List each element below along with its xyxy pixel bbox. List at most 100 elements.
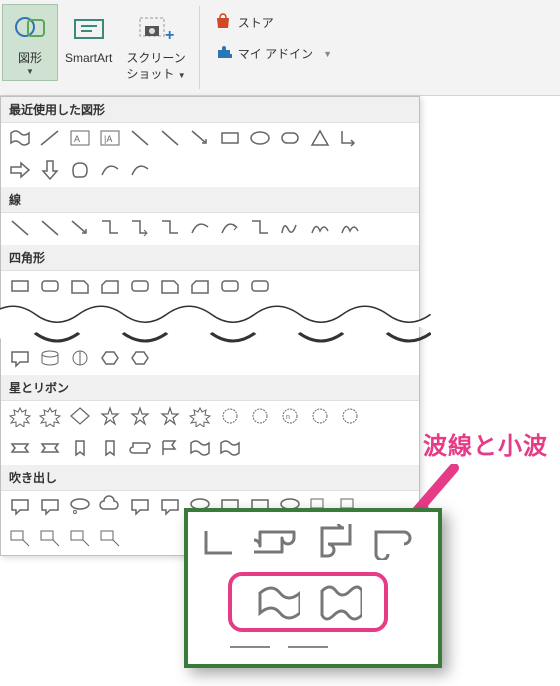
screenshot-label-2: ショット — [126, 67, 174, 81]
shape-call1-2[interactable] — [67, 495, 93, 517]
shape-lines-8[interactable] — [247, 217, 273, 239]
shape-call2-0[interactable] — [7, 527, 33, 549]
shape-call2-2[interactable] — [67, 527, 93, 549]
content-omitted-indicator — [1, 303, 419, 343]
screenshot-label-1: スクリーン — [126, 51, 185, 65]
screenshot-button[interactable]: + スクリーン ショット ▼ — [119, 4, 192, 87]
shape-recent1-10[interactable] — [307, 127, 333, 149]
my-addins-button[interactable]: マイ アドイン ▼ — [214, 43, 332, 64]
shape-rects-0[interactable] — [7, 275, 33, 297]
shape-lines-4[interactable] — [127, 217, 153, 239]
shape-stars2-3[interactable] — [97, 437, 123, 459]
zoom-shape-scroll2 — [312, 522, 358, 562]
wave-shape[interactable] — [254, 582, 300, 622]
shapes-button[interactable]: 図形 ▼ — [2, 4, 58, 81]
shape-call1-4[interactable] — [127, 495, 153, 517]
svg-text:+: + — [165, 27, 174, 44]
shape-call2-3[interactable] — [97, 527, 123, 549]
shape-lines-7[interactable] — [217, 217, 243, 239]
shape-rects-2[interactable] — [67, 275, 93, 297]
shape-recent2-0[interactable] — [7, 159, 33, 181]
my-addins-label: マイ アドイン — [238, 45, 313, 62]
shape-stars1-1[interactable] — [37, 405, 63, 427]
shape-call1-3[interactable] — [97, 495, 123, 517]
zoom-bottom-row — [230, 642, 432, 652]
zoomed-callout — [184, 508, 442, 668]
shape-recent1-3[interactable]: |A — [97, 127, 123, 149]
separator — [199, 6, 200, 89]
shape-call1-5[interactable] — [157, 495, 183, 517]
shape-stars1-8[interactable] — [247, 405, 273, 427]
highlighted-shapes — [228, 572, 388, 632]
shape-stars2-7[interactable] — [217, 437, 243, 459]
shape-stars2-5[interactable] — [157, 437, 183, 459]
shape-recent1-11[interactable] — [337, 127, 363, 149]
shape-call2-1[interactable] — [37, 527, 63, 549]
shape-stars2-2[interactable] — [67, 437, 93, 459]
shape-lines-5[interactable] — [157, 217, 183, 239]
shape-rects-6[interactable] — [187, 275, 213, 297]
shape-rects-5[interactable] — [157, 275, 183, 297]
shape-recent1-4[interactable] — [127, 127, 153, 149]
shape-recent1-8[interactable] — [247, 127, 273, 149]
shape-recent1-0[interactable] — [7, 127, 33, 149]
shape-basic-1[interactable] — [37, 347, 63, 369]
shape-stars1-6[interactable] — [187, 405, 213, 427]
shape-lines-10[interactable] — [307, 217, 333, 239]
shape-stars1-3[interactable] — [97, 405, 123, 427]
shape-lines-3[interactable] — [97, 217, 123, 239]
shape-lines-11[interactable] — [337, 217, 363, 239]
shape-stars2-6[interactable] — [187, 437, 213, 459]
shape-lines-9[interactable] — [277, 217, 303, 239]
shape-stars1-2[interactable] — [67, 405, 93, 427]
shape-lines-0[interactable] — [7, 217, 33, 239]
shape-lines-2[interactable] — [67, 217, 93, 239]
shape-basic-3[interactable] — [97, 347, 123, 369]
stars-shapes-row2 — [1, 433, 419, 465]
store-label: ストア — [238, 14, 274, 31]
ribbon-top: 図形 ▼ SmartArt + スクリーン ショット ▼ ストア マイ アド — [0, 0, 560, 96]
zoom-shape-scroll1 — [254, 522, 300, 562]
shape-recent2-1[interactable] — [37, 159, 63, 181]
shape-rects-7[interactable] — [217, 275, 243, 297]
shape-stars1-11[interactable] — [337, 405, 363, 427]
shape-basic-0[interactable] — [7, 347, 33, 369]
chevron-down-icon: ▼ — [323, 49, 332, 59]
shape-rects-1[interactable] — [37, 275, 63, 297]
shape-stars2-1[interactable] — [37, 437, 63, 459]
shape-recent1-6[interactable] — [187, 127, 213, 149]
shape-stars1-5[interactable] — [157, 405, 183, 427]
shape-rects-3[interactable] — [97, 275, 123, 297]
store-button[interactable]: ストア — [214, 12, 332, 33]
shape-basic-2[interactable] — [67, 347, 93, 369]
svg-text:A: A — [74, 134, 80, 144]
shape-call1-0[interactable] — [7, 495, 33, 517]
shape-stars1-4[interactable] — [127, 405, 153, 427]
screenshot-icon: + — [137, 9, 175, 49]
shape-call1-1[interactable] — [37, 495, 63, 517]
shape-recent2-2[interactable] — [67, 159, 93, 181]
shape-stars2-4[interactable] — [127, 437, 153, 459]
smartart-button[interactable]: SmartArt — [58, 4, 119, 70]
shape-lines-6[interactable] — [187, 217, 213, 239]
shape-recent1-5[interactable] — [157, 127, 183, 149]
shape-recent1-7[interactable] — [217, 127, 243, 149]
shape-recent2-4[interactable] — [127, 159, 153, 181]
shape-recent2-3[interactable] — [97, 159, 123, 181]
shape-lines-1[interactable] — [37, 217, 63, 239]
double-wave-shape[interactable] — [316, 582, 362, 622]
shape-rects-8[interactable] — [247, 275, 273, 297]
shape-stars1-10[interactable] — [307, 405, 333, 427]
shape-recent1-1[interactable] — [37, 127, 63, 149]
shape-stars1-0[interactable] — [7, 405, 33, 427]
shape-recent1-2[interactable]: A — [67, 127, 93, 149]
shape-recent1-9[interactable] — [277, 127, 303, 149]
shape-stars2-0[interactable] — [7, 437, 33, 459]
shape-stars1-7[interactable] — [217, 405, 243, 427]
zoom-shape-line — [196, 522, 242, 562]
section-callouts: 吹き出し — [1, 465, 419, 491]
shape-stars1-9[interactable]: n — [277, 405, 303, 427]
shape-rects-4[interactable] — [127, 275, 153, 297]
shape-basic-4[interactable] — [127, 347, 153, 369]
lines-shapes-row — [1, 213, 419, 245]
